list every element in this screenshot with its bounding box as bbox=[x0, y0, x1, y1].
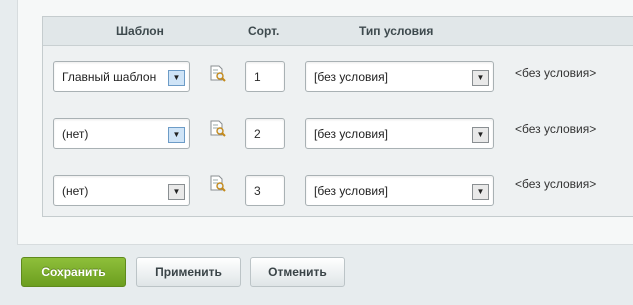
condition-value: <без условия> bbox=[515, 66, 597, 80]
apply-button[interactable]: Применить bbox=[136, 257, 241, 287]
cancel-button[interactable]: Отменить bbox=[250, 257, 345, 287]
condition-type-select[interactable]: [без условия] ▼ bbox=[305, 175, 494, 206]
template-table: Шаблон Сорт. Тип условия Главный шаблон … bbox=[42, 16, 633, 217]
header-template: Шаблон bbox=[116, 24, 164, 38]
condition-value: <без условия> bbox=[515, 177, 597, 191]
header-condition-type: Тип условия bbox=[359, 24, 434, 38]
document-search-icon[interactable] bbox=[209, 175, 227, 193]
table-row: Главный шаблон ▼ 1 [без условия] ▼ <без … bbox=[43, 61, 633, 117]
chevron-down-icon[interactable]: ▼ bbox=[168, 127, 185, 143]
table-row: (нет) ▼ 2 [без условия] ▼ <без условия> bbox=[43, 118, 633, 174]
table-row: (нет) ▼ 3 [без условия] ▼ <без условия> bbox=[43, 175, 633, 231]
sort-input[interactable]: 2 bbox=[245, 118, 285, 149]
template-select[interactable]: (нет) ▼ bbox=[53, 175, 190, 206]
sort-input[interactable]: 3 bbox=[245, 175, 285, 206]
header-sort: Сорт. bbox=[248, 24, 280, 38]
document-search-icon[interactable] bbox=[209, 65, 227, 83]
chevron-down-icon[interactable]: ▼ bbox=[168, 70, 185, 86]
sort-input[interactable]: 1 bbox=[245, 61, 285, 92]
chevron-down-icon[interactable]: ▼ bbox=[472, 127, 489, 143]
chevron-down-icon[interactable]: ▼ bbox=[472, 184, 489, 200]
chevron-down-icon[interactable]: ▼ bbox=[168, 184, 185, 200]
template-select[interactable]: Главный шаблон ▼ bbox=[53, 61, 190, 92]
chevron-down-icon[interactable]: ▼ bbox=[472, 70, 489, 86]
save-button[interactable]: Сохранить bbox=[21, 257, 126, 287]
condition-value: <без условия> bbox=[515, 122, 597, 136]
condition-type-select[interactable]: [без условия] ▼ bbox=[305, 118, 494, 149]
document-search-icon[interactable] bbox=[209, 120, 227, 138]
table-header: Шаблон Сорт. Тип условия bbox=[43, 17, 633, 46]
condition-type-select[interactable]: [без условия] ▼ bbox=[305, 61, 494, 92]
template-select[interactable]: (нет) ▼ bbox=[53, 118, 190, 149]
